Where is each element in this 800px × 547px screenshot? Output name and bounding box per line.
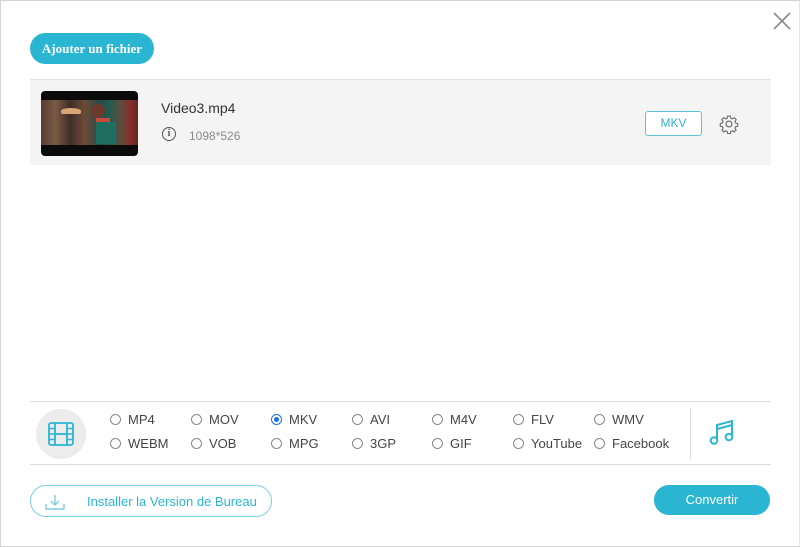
radio-button[interactable]	[110, 437, 121, 449]
thumbnail-scene	[41, 100, 138, 145]
film-icon	[48, 422, 74, 446]
thumbnail-detail	[91, 104, 105, 118]
video-thumbnail[interactable]	[41, 91, 138, 156]
format-option-wmv[interactable]: WMV	[594, 411, 644, 427]
file-resolution: 1098*526	[189, 129, 241, 143]
format-option-3gp[interactable]: 3GP	[352, 435, 396, 451]
format-label: GIF	[450, 435, 472, 451]
format-label: YouTube	[531, 435, 583, 451]
format-option-facebook[interactable]: Facebook	[594, 435, 669, 451]
format-label: MPG	[289, 435, 319, 451]
radio-button[interactable]	[271, 413, 282, 425]
download-icon	[45, 495, 65, 510]
file-name: Video3.mp4	[161, 100, 236, 116]
output-format-badge[interactable]: MKV	[645, 111, 702, 136]
format-label: M4V	[450, 411, 477, 427]
format-label: VOB	[209, 435, 237, 451]
file-list-item: Video3.mp4 i 1098*526 MKV	[30, 79, 771, 165]
add-file-button[interactable]: Ajouter un fichier	[30, 33, 154, 64]
info-icon[interactable]: i	[162, 127, 176, 141]
format-label: MP4	[128, 411, 155, 427]
format-label: 3GP	[370, 435, 397, 451]
format-label: Facebook	[612, 435, 670, 451]
thumbnail-detail	[61, 108, 81, 114]
install-desktop-version-button[interactable]: Installer la Version de Bureau	[30, 485, 272, 517]
radio-button[interactable]	[432, 413, 443, 425]
format-label: AVI	[370, 411, 390, 427]
install-label: Installer la Version de Bureau	[87, 494, 257, 509]
format-option-mov[interactable]: MOV	[191, 411, 239, 427]
radio-button[interactable]	[191, 437, 202, 449]
format-option-avi[interactable]: AVI	[352, 411, 390, 427]
convert-button[interactable]: Convertir	[654, 485, 770, 515]
radio-button[interactable]	[432, 437, 443, 449]
format-option-youtube[interactable]: YouTube	[513, 435, 582, 451]
radio-button[interactable]	[513, 437, 524, 449]
divider	[690, 408, 691, 460]
radio-button[interactable]	[513, 413, 524, 425]
close-icon[interactable]	[771, 10, 793, 32]
format-selector: MP4 MOV MKV AVI M4V FLV WMV WEBM VOB MPG 3GP GIF You…	[30, 401, 771, 465]
format-label: FLV	[531, 411, 554, 427]
format-option-mp4[interactable]: MP4	[110, 411, 155, 427]
radio-button[interactable]	[191, 413, 202, 425]
format-label: MKV	[289, 411, 318, 427]
format-label: WEBM	[128, 435, 169, 451]
format-label: WMV	[612, 411, 644, 427]
format-option-m4v[interactable]: M4V	[432, 411, 477, 427]
format-option-webm[interactable]: WEBM	[110, 435, 168, 451]
radio-button[interactable]	[271, 437, 282, 449]
radio-button[interactable]	[352, 413, 363, 425]
video-format-tab[interactable]	[36, 409, 86, 459]
radio-button[interactable]	[594, 413, 605, 425]
format-label: MOV	[209, 411, 239, 427]
radio-button[interactable]	[352, 437, 363, 449]
music-note-icon[interactable]	[707, 418, 737, 448]
format-option-mkv[interactable]: MKV	[271, 411, 317, 427]
radio-button[interactable]	[110, 413, 121, 425]
format-option-mpg[interactable]: MPG	[271, 435, 319, 451]
format-option-gif[interactable]: GIF	[432, 435, 472, 451]
thumbnail-detail	[96, 122, 116, 144]
gear-icon[interactable]	[719, 114, 739, 134]
format-option-vob[interactable]: VOB	[191, 435, 236, 451]
converter-window: Ajouter un fichier Video3.mp4 i 1098*526…	[0, 0, 800, 547]
format-option-flv[interactable]: FLV	[513, 411, 554, 427]
radio-button[interactable]	[594, 437, 605, 449]
